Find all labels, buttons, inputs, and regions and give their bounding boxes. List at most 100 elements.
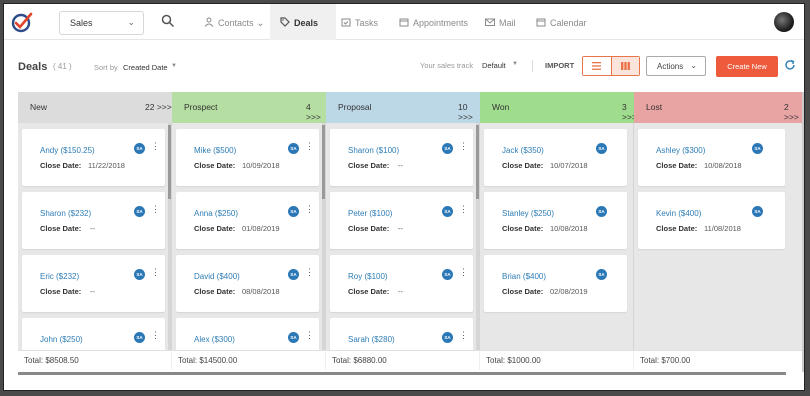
deal-card[interactable]: Sarah ($280)Close Date:SA⋮: [330, 318, 473, 350]
deal-name-link[interactable]: Sharon ($232): [40, 209, 91, 218]
owner-avatar-badge[interactable]: SA: [596, 269, 607, 280]
column-header[interactable]: Prospect 4 >>>: [172, 92, 326, 123]
deal-name-link[interactable]: Sarah ($280): [348, 335, 395, 344]
more-options-icon[interactable]: ⋮: [151, 268, 160, 277]
close-date-label: Close Date:: [502, 287, 544, 296]
column-count[interactable]: 22 >>>: [145, 102, 172, 112]
owner-avatar-badge[interactable]: SA: [134, 143, 145, 154]
deal-card[interactable]: Sharon ($100) Close Date: -- SA ⋮: [330, 129, 473, 186]
deal-card[interactable]: Brian ($400) Close Date: 02/08/2019 SA: [484, 255, 627, 312]
import-button[interactable]: IMPORT: [545, 61, 574, 70]
column-count[interactable]: 4 >>>: [306, 102, 326, 122]
deal-card[interactable]: Alex ($300)Close Date:SA⋮: [176, 318, 319, 350]
owner-avatar-badge[interactable]: SA: [288, 206, 299, 217]
column-header[interactable]: Proposal 10 >>>: [326, 92, 480, 123]
column-header[interactable]: New 22 >>>: [18, 92, 172, 123]
vertical-scrollbar[interactable]: [802, 92, 804, 372]
close-date-label: Close Date:: [656, 224, 698, 233]
deal-card[interactable]: David ($400) Close Date: 08/08/2018 SA ⋮: [176, 255, 319, 312]
owner-avatar-badge[interactable]: SA: [134, 206, 145, 217]
owner-avatar-badge[interactable]: SA: [596, 143, 607, 154]
deal-name-link[interactable]: Ashley ($300): [656, 146, 705, 155]
deal-card[interactable]: Ashley ($300) Close Date: 10/08/2018 SA: [638, 129, 785, 186]
owner-avatar-badge[interactable]: SA: [134, 332, 145, 343]
deal-card[interactable]: Peter ($100) Close Date: -- SA ⋮: [330, 192, 473, 249]
column-header[interactable]: Lost 2 >>>: [634, 92, 804, 123]
sales-track-dropdown[interactable]: Default: [482, 61, 506, 70]
deal-name-link[interactable]: Kevin ($400): [656, 209, 701, 218]
deal-name-link[interactable]: Eric ($232): [40, 272, 79, 281]
close-date-value: --: [398, 161, 403, 170]
owner-avatar-badge[interactable]: SA: [288, 143, 299, 154]
nav-item-calendar[interactable]: Calendar: [532, 4, 592, 40]
column-count[interactable]: 10 >>>: [458, 102, 480, 122]
avatar[interactable]: [774, 12, 794, 32]
owner-avatar-badge[interactable]: SA: [442, 206, 453, 217]
more-options-icon[interactable]: ⋮: [459, 268, 468, 277]
more-options-icon[interactable]: ⋮: [305, 268, 314, 277]
deal-name-link[interactable]: Roy ($100): [348, 272, 388, 281]
app-logo-icon[interactable]: [10, 10, 34, 34]
more-options-icon[interactable]: ⋮: [151, 142, 160, 151]
list-view-button[interactable]: [583, 57, 612, 75]
board-view-button[interactable]: [611, 57, 639, 75]
deal-card[interactable]: Sharon ($232) Close Date: -- SA ⋮: [22, 192, 165, 249]
deal-card[interactable]: Anna ($250) Close Date: 01/08/2019 SA ⋮: [176, 192, 319, 249]
module-selector[interactable]: Sales ⌄: [59, 11, 144, 35]
deal-name-link[interactable]: Jack ($350): [502, 146, 544, 155]
deal-name-link[interactable]: Andy ($150.25): [40, 146, 95, 155]
horizontal-scrollbar[interactable]: [18, 372, 786, 375]
more-options-icon[interactable]: ⋮: [459, 331, 468, 340]
deal-name-link[interactable]: John ($250): [40, 335, 83, 344]
deal-name-link[interactable]: Alex ($300): [194, 335, 235, 344]
nav-item-appointments[interactable]: Appointments: [395, 4, 471, 40]
deal-card[interactable]: John ($250)Close Date:SA⋮: [22, 318, 165, 350]
deal-card[interactable]: Eric ($232) Close Date: -- SA ⋮: [22, 255, 165, 312]
owner-avatar-badge[interactable]: SA: [752, 206, 763, 217]
column-header[interactable]: Won 3 >>>: [480, 92, 637, 123]
owner-avatar-badge[interactable]: SA: [442, 143, 453, 154]
create-new-button[interactable]: Create New: [716, 56, 778, 77]
column-count[interactable]: 2 >>>: [784, 102, 804, 122]
owner-avatar-badge[interactable]: SA: [134, 269, 145, 280]
deal-card[interactable]: Kevin ($400) Close Date: 11/08/2018 SA: [638, 192, 785, 249]
deal-name-link[interactable]: Anna ($250): [194, 209, 238, 218]
search-icon[interactable]: [161, 14, 175, 28]
owner-avatar-badge[interactable]: SA: [442, 332, 453, 343]
caret-down-icon[interactable]: ▼: [171, 63, 177, 69]
nav-item-mail[interactable]: Mail: [481, 4, 527, 40]
deal-card[interactable]: Roy ($100) Close Date: -- SA ⋮: [330, 255, 473, 312]
more-options-icon[interactable]: ⋮: [459, 205, 468, 214]
owner-avatar-badge[interactable]: SA: [288, 269, 299, 280]
deal-name-link[interactable]: Peter ($100): [348, 209, 392, 218]
refresh-icon[interactable]: [784, 59, 796, 71]
more-options-icon[interactable]: ⋮: [305, 205, 314, 214]
owner-avatar-badge[interactable]: SA: [596, 206, 607, 217]
deal-card[interactable]: Mike ($500) Close Date: 10/09/2018 SA ⋮: [176, 129, 319, 186]
more-options-icon[interactable]: ⋮: [305, 331, 314, 340]
deal-card[interactable]: Jack ($350) Close Date: 10/07/2018 SA: [484, 129, 627, 186]
owner-avatar-badge[interactable]: SA: [288, 332, 299, 343]
deal-name-link[interactable]: Mike ($500): [194, 146, 236, 155]
deal-card[interactable]: Stanley ($250) Close Date: 10/08/2018 SA: [484, 192, 627, 249]
more-options-icon[interactable]: ⋮: [459, 142, 468, 151]
sort-dropdown[interactable]: Created Date: [123, 63, 168, 72]
deal-name-link[interactable]: Stanley ($250): [502, 209, 554, 218]
more-options-icon[interactable]: ⋮: [151, 331, 160, 340]
deal-name-link[interactable]: Brian ($400): [502, 272, 546, 281]
nav-item-tasks[interactable]: Tasks: [337, 4, 389, 40]
deal-name-link[interactable]: David ($400): [194, 272, 240, 281]
close-date-value: --: [398, 287, 403, 296]
actions-dropdown[interactable]: Actions ⌄: [646, 56, 706, 76]
more-options-icon[interactable]: ⋮: [151, 205, 160, 214]
deal-card[interactable]: Andy ($150.25) Close Date: 11/22/2018 SA ⋮: [22, 129, 165, 186]
column-cards: Mike ($500) Close Date: 10/09/2018 SA ⋮ Anna …: [172, 123, 326, 350]
owner-avatar-badge[interactable]: SA: [752, 143, 763, 154]
owner-avatar-badge[interactable]: SA: [442, 269, 453, 280]
column-total: Total: $6880.00: [326, 350, 480, 370]
deal-name-link[interactable]: Sharon ($100): [348, 146, 399, 155]
more-options-icon[interactable]: ⋮: [305, 142, 314, 151]
caret-down-icon[interactable]: ▼: [512, 61, 518, 67]
nav-item-contacts[interactable]: Contacts ⌄: [200, 4, 270, 40]
nav-item-deals[interactable]: Deals: [270, 4, 336, 40]
